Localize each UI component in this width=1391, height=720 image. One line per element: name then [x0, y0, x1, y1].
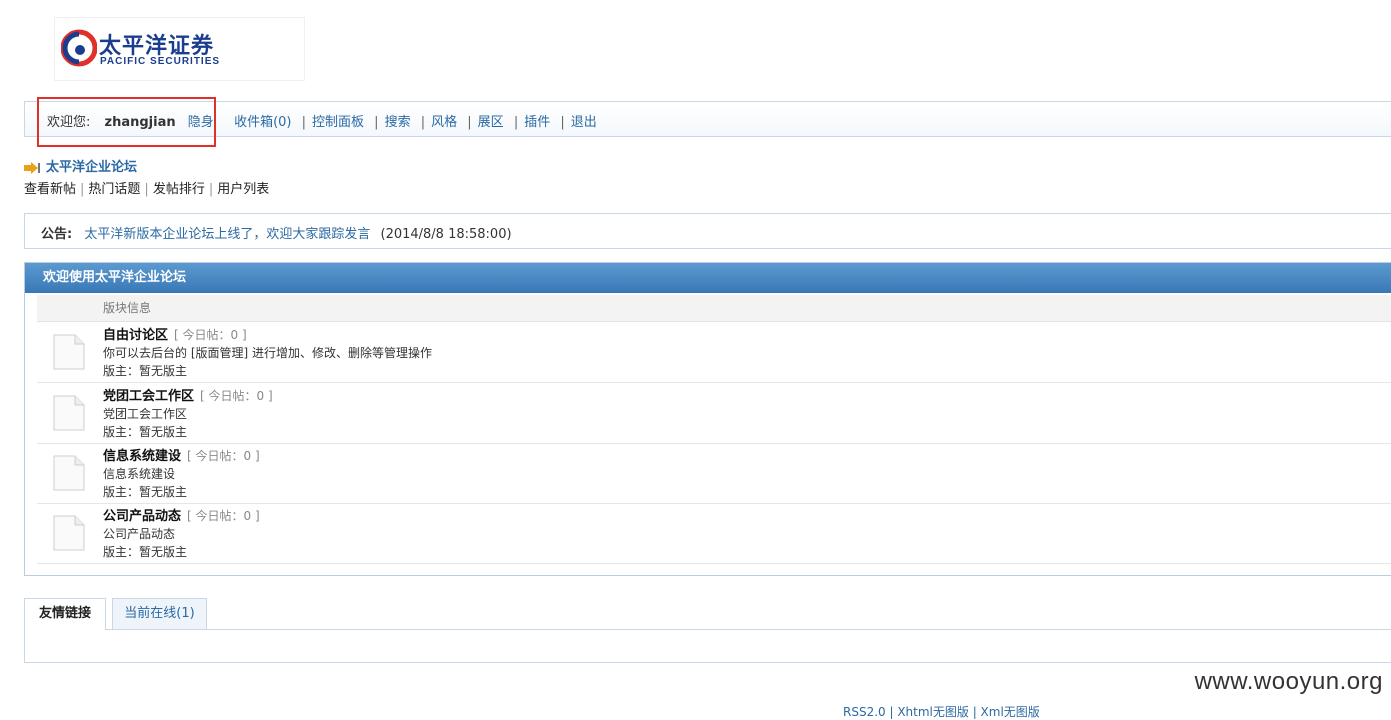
separator: |	[301, 115, 307, 130]
site-logo[interactable]: 太平洋证券 PACIFIC SECURITIES	[55, 18, 304, 80]
board-name-link[interactable]: 信息系统建设	[103, 449, 181, 464]
separator	[224, 115, 228, 130]
pacific-securities-logo-icon	[61, 29, 97, 67]
board-name-link[interactable]: 自由讨论区	[103, 328, 168, 343]
control-panel-link[interactable]: 控制面板	[312, 115, 364, 130]
board-moderator: 版主：暂无版主	[103, 364, 188, 378]
board-description: 党团工会工作区	[103, 407, 188, 421]
inbox-link[interactable]: 收件箱(0)	[234, 115, 291, 130]
forum-subnav: 查看新帖 | 热门话题 | 发帖排行 | 用户列表	[24, 178, 269, 197]
separator: |	[420, 115, 426, 130]
search-link[interactable]: 搜索	[385, 115, 411, 130]
separator: |	[467, 115, 472, 130]
board-name-link[interactable]: 党团工会工作区	[103, 389, 194, 404]
today-posts-count: [ 今日帖：0 ]	[174, 328, 247, 342]
board-description: 你可以去后台的 [版面管理] 进行增加、修改、删除等管理操作	[103, 346, 432, 360]
forum-title[interactable]: 太平洋企业论坛	[24, 156, 137, 175]
announcement-bar: 公告: 太平洋新版本企业论坛上线了，欢迎大家跟踪发言 (2014/8/8 18:…	[24, 213, 1391, 249]
user-list-link[interactable]: 用户列表	[217, 182, 269, 197]
separator: |	[144, 182, 149, 197]
announcement-link[interactable]: 太平洋新版本企业论坛上线了，欢迎大家跟踪发言	[84, 227, 370, 242]
separator: |	[80, 182, 85, 197]
board-description: 信息系统建设	[103, 467, 176, 481]
document-icon	[53, 515, 85, 551]
board-row: 党团工会工作区 [ 今日帖：0 ] 党团工会工作区 版主：暂无版主	[37, 383, 1391, 444]
document-icon	[53, 395, 85, 431]
board-row: 自由讨论区 [ 今日帖：0 ] 你可以去后台的 [版面管理] 进行增加、修改、删除…	[37, 322, 1391, 383]
highlight-box	[37, 97, 216, 147]
board-column-header: 版块信息	[37, 295, 1391, 322]
hot-topics-link[interactable]: 热门话题	[88, 182, 140, 197]
forum-title-text: 太平洋企业论坛	[46, 160, 138, 175]
today-posts-count: [ 今日帖：0 ]	[187, 449, 260, 463]
logout-link[interactable]: 退出	[571, 115, 597, 130]
logo-text-en: PACIFIC SECURITIES	[100, 56, 221, 67]
board-row: 公司产品动态 [ 今日帖：0 ] 公司产品动态 版主：暂无版主	[37, 503, 1391, 564]
tab-friend-links[interactable]: 友情链接	[24, 598, 106, 630]
arrow-right-icon	[24, 161, 40, 174]
style-link[interactable]: 风格	[431, 115, 457, 130]
separator: |	[208, 182, 214, 197]
announcement-time: (2014/8/8 18:58:00)	[380, 227, 512, 242]
today-posts-count: [ 今日帖：0 ]	[187, 509, 260, 523]
board-name-link[interactable]: 公司产品动态	[103, 509, 181, 524]
board-list-header: 欢迎使用太平洋企业论坛	[25, 263, 1391, 293]
board-moderator: 版主：暂无版主	[103, 485, 188, 499]
today-posts-count: [ 今日帖：0 ]	[200, 389, 273, 403]
separator: |	[513, 115, 519, 130]
plugins-link[interactable]: 插件	[524, 115, 550, 130]
document-icon	[53, 455, 85, 491]
separator: |	[374, 115, 379, 130]
post-ranking-link[interactable]: 发帖排行	[153, 182, 205, 197]
tab-online-users[interactable]: 当前在线(1)	[112, 598, 207, 629]
tabs-panel	[24, 629, 1391, 663]
board-moderator: 版主：暂无版主	[103, 425, 188, 439]
new-posts-link[interactable]: 查看新帖	[24, 182, 76, 197]
announcement-label: 公告:	[41, 227, 73, 242]
user-bar: 欢迎您: zhangjian 隐身 收件箱(0) | 控制面板 | 搜索 | 风格 |…	[24, 101, 1391, 137]
board-list: 欢迎使用太平洋企业论坛 版块信息 自由讨论区 [ 今日帖：0 ] 你可以去后台的 …	[24, 262, 1391, 576]
document-icon	[53, 334, 85, 370]
board-moderator: 版主：暂无版主	[103, 545, 188, 559]
footer-links[interactable]: RSS2.0 | Xhtml无图版 | Xml无图版	[843, 703, 1040, 720]
exhibit-link[interactable]: 展区	[478, 115, 504, 130]
separator: |	[560, 115, 565, 130]
watermark: www.wooyun.org	[1194, 668, 1383, 695]
board-description: 公司产品动态	[103, 527, 176, 541]
board-row: 信息系统建设 [ 今日帖：0 ] 信息系统建设 版主：暂无版主	[37, 443, 1391, 504]
